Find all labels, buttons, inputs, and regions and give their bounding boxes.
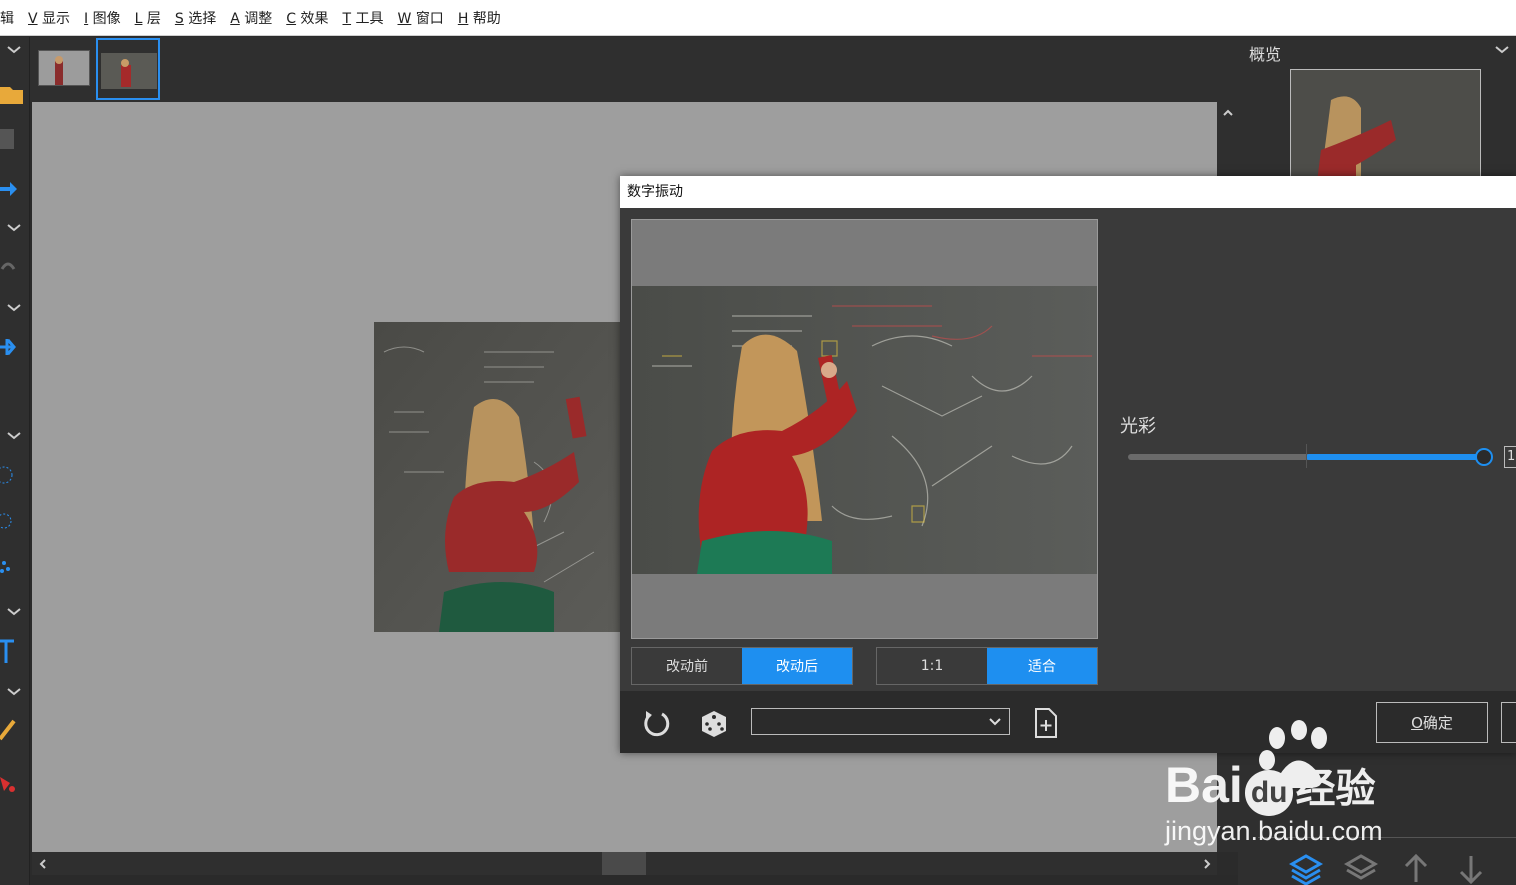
chevron-down-icon[interactable] xyxy=(5,223,23,233)
menu-layer[interactable]: L 层 xyxy=(135,8,161,28)
horizontal-scrollbar[interactable] xyxy=(32,852,1217,875)
chevron-down-icon xyxy=(989,718,1001,726)
brilliance-label: 光彩 xyxy=(1120,416,1156,437)
fill-bucket-icon[interactable] xyxy=(0,767,24,795)
move-tool-icon[interactable] xyxy=(0,333,24,361)
zoom-actual-button[interactable]: 1:1 xyxy=(877,648,987,684)
slider-center-tick xyxy=(1306,444,1307,468)
text-tool-icon[interactable] xyxy=(0,637,24,665)
compare-toggle: 改动前 改动后 xyxy=(631,647,853,685)
ellipse-select-icon[interactable] xyxy=(0,507,24,535)
slider-handle[interactable] xyxy=(1475,448,1493,466)
digital-vibrance-dialog: 数字振动 改动前 改动后 1:1 适合 光彩 1 O 确定 xyxy=(620,176,1516,753)
chalkboard-photo xyxy=(374,322,620,632)
reset-icon[interactable] xyxy=(640,707,672,739)
menu-bar: 辑 V 显示 I 图像 L 层 S 选择 A 调整 C 效果 T 工具 W 窗口… xyxy=(0,0,1516,36)
menu-effects[interactable]: C 效果 xyxy=(286,8,328,28)
add-preset-icon[interactable] xyxy=(1032,707,1060,739)
preset-select[interactable] xyxy=(751,708,1010,735)
document-thumbnail-active[interactable] xyxy=(96,38,160,100)
after-button[interactable]: 改动后 xyxy=(742,648,852,684)
menu-edit[interactable]: 辑 xyxy=(0,8,14,28)
save-icon[interactable] xyxy=(0,125,24,153)
image-thumbnail xyxy=(101,53,157,89)
watermark-url: jingyan.baidu.com xyxy=(1165,816,1383,846)
overview-thumbnail[interactable] xyxy=(1290,69,1481,177)
scrollbar-thumb[interactable] xyxy=(602,852,646,875)
menu-image[interactable]: I 图像 xyxy=(84,8,121,28)
menu-window[interactable]: W 窗口 xyxy=(398,8,444,28)
brush-icon[interactable] xyxy=(0,715,24,743)
image-thumbnail xyxy=(39,51,89,85)
before-button[interactable]: 改动前 xyxy=(632,648,742,684)
menu-view[interactable]: V 显示 xyxy=(28,8,70,28)
chevron-left-icon[interactable] xyxy=(38,858,48,870)
menu-adjust[interactable]: A 调整 xyxy=(230,8,272,28)
zoom-fit-button[interactable]: 适合 xyxy=(987,648,1097,684)
redo-icon[interactable] xyxy=(0,253,24,281)
brilliance-value-input[interactable]: 1 xyxy=(1504,446,1516,468)
chevron-down-icon[interactable] xyxy=(5,431,23,441)
panel-title: 概览 xyxy=(1249,45,1282,64)
chevron-down-icon[interactable] xyxy=(5,45,23,55)
zoom-toggle: 1:1 适合 xyxy=(876,647,1098,685)
layer-down-icon[interactable] xyxy=(1453,852,1489,885)
status-bar xyxy=(30,875,1258,885)
watermark-brand: Bai du 经验 xyxy=(1165,756,1375,816)
slider-fill xyxy=(1306,454,1484,460)
dialog-title: 数字振动 xyxy=(620,176,1516,208)
image-thumbnail xyxy=(1291,70,1480,176)
chevron-down-icon[interactable] xyxy=(5,687,23,697)
preview-area[interactable] xyxy=(631,219,1098,639)
chevron-down-icon[interactable] xyxy=(5,607,23,617)
random-dice-icon[interactable] xyxy=(698,707,730,739)
document-thumbnail[interactable] xyxy=(38,50,90,86)
menu-select[interactable]: S 选择 xyxy=(175,8,216,28)
left-toolbar xyxy=(0,37,30,885)
move-arrows-icon[interactable] xyxy=(0,175,24,203)
baidu-jingyan-watermark: Bai du 经验 jingyan.baidu.com xyxy=(1160,720,1450,880)
menu-help[interactable]: H 帮助 xyxy=(458,8,501,28)
open-folder-icon[interactable] xyxy=(0,79,24,107)
document-thumbnails xyxy=(30,37,1238,102)
preview-image xyxy=(632,286,1097,574)
chevron-down-icon[interactable] xyxy=(5,303,23,313)
magic-wand-icon[interactable] xyxy=(0,553,24,581)
lasso-select-icon[interactable] xyxy=(0,461,24,489)
chevron-down-icon[interactable] xyxy=(1494,45,1510,55)
menu-tools[interactable]: T 工具 xyxy=(343,8,384,28)
cancel-button[interactable] xyxy=(1501,702,1516,743)
chevron-up-icon[interactable] xyxy=(1222,108,1234,118)
